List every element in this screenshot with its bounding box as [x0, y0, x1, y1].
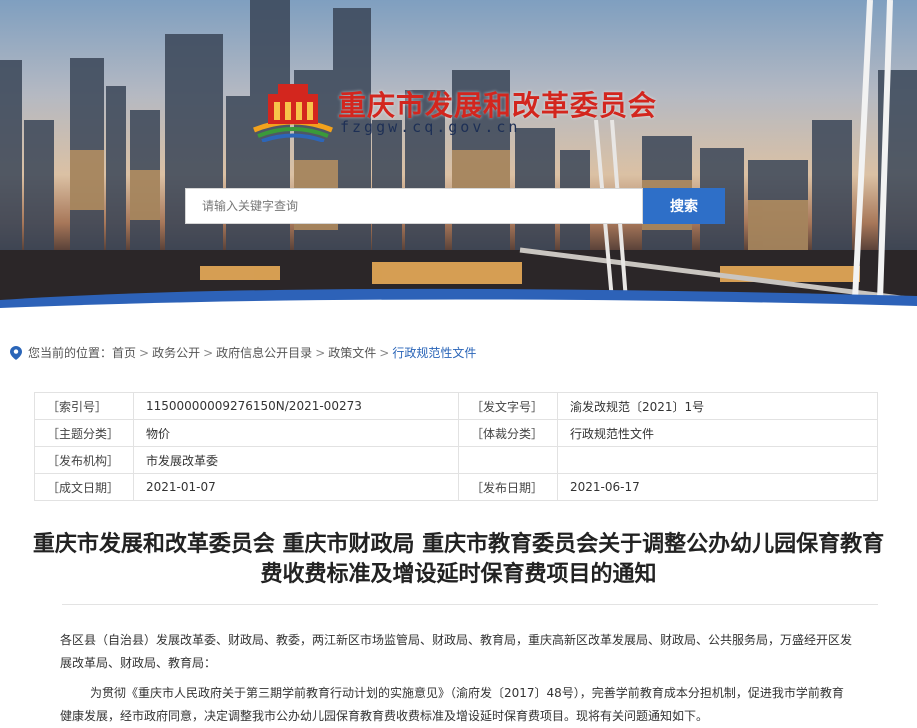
written-date-label: ［成文日期］	[34, 473, 134, 501]
genre-category-label: ［体裁分类］	[458, 419, 558, 447]
breadcrumb-info-catalog[interactable]: 政府信息公开目录	[216, 344, 312, 361]
topic-category-label: ［主题分类］	[34, 419, 134, 447]
search-input[interactable]	[186, 189, 642, 223]
breadcrumb-government-affairs[interactable]: 政务公开	[152, 344, 200, 361]
document-paragraph: 为贯彻《重庆市人民政府关于第三期学前教育行动计划的实施意见》（渝府发〔2017〕…	[60, 686, 844, 723]
document-title: 重庆市发展和改革委员会 重庆市财政局 重庆市教育委员会关于调整公办幼儿园保育教育…	[32, 532, 885, 587]
search-button[interactable]: 搜索	[643, 188, 725, 224]
publish-date-label: ［发布日期］	[458, 473, 558, 501]
title-divider	[62, 604, 878, 605]
breadcrumb-separator: >	[203, 345, 214, 360]
breadcrumb: 您当前的位置： 首页 > 政务公开 > 政府信息公开目录 > 政策文件 > 行政…	[10, 344, 476, 361]
breadcrumb-separator: >	[139, 345, 150, 360]
document-addressees: 各区县（自治县）发展改革委、财政局、教委，两江新区市场监管局、财政局、教育局，重…	[60, 633, 853, 670]
publisher-value: 市发展改革委	[133, 446, 459, 474]
breadcrumb-home[interactable]: 首页	[112, 344, 136, 361]
breadcrumb-prefix: 您当前的位置：	[28, 346, 113, 360]
city-skyline-image	[0, 0, 917, 318]
topic-category-value: 物价	[133, 419, 459, 447]
publish-date-value: 2021-06-17	[557, 473, 878, 501]
breadcrumb-current[interactable]: 行政规范性文件	[392, 344, 476, 361]
empty-value	[557, 446, 878, 474]
breadcrumb-separator: >	[379, 345, 390, 360]
document-info-table: ［索引号］ 11500000009276150N/2021-00273 ［发文字…	[34, 392, 878, 501]
publisher-label: ［发布机构］	[34, 446, 134, 474]
site-logo-icon	[253, 84, 333, 142]
doc-number-value: 渝发改规范〔2021〕1号	[557, 392, 878, 420]
table-row: ［索引号］ 11500000009276150N/2021-00273 ［发文字…	[34, 392, 878, 420]
genre-category-value: 行政规范性文件	[557, 419, 878, 447]
index-number-value: 11500000009276150N/2021-00273	[133, 392, 459, 420]
location-pin-icon	[10, 345, 22, 360]
table-row: ［发布机构］ 市发展改革委	[34, 446, 878, 474]
search-box	[185, 188, 643, 224]
breadcrumb-policy-documents[interactable]: 政策文件	[328, 344, 376, 361]
site-domain: fzggw.cq.gov.cn	[340, 118, 521, 136]
breadcrumb-separator: >	[315, 345, 326, 360]
empty-label	[458, 446, 558, 474]
table-row: ［成文日期］ 2021-01-07 ［发布日期］ 2021-06-17	[34, 473, 878, 501]
index-number-label: ［索引号］	[34, 392, 134, 420]
header-banner: 重庆市发展和改革委员会 fzggw.cq.gov.cn 搜索	[0, 0, 917, 318]
written-date-value: 2021-01-07	[133, 473, 459, 501]
table-row: ［主题分类］ 物价 ［体裁分类］ 行政规范性文件	[34, 419, 878, 447]
doc-number-label: ［发文字号］	[458, 392, 558, 420]
